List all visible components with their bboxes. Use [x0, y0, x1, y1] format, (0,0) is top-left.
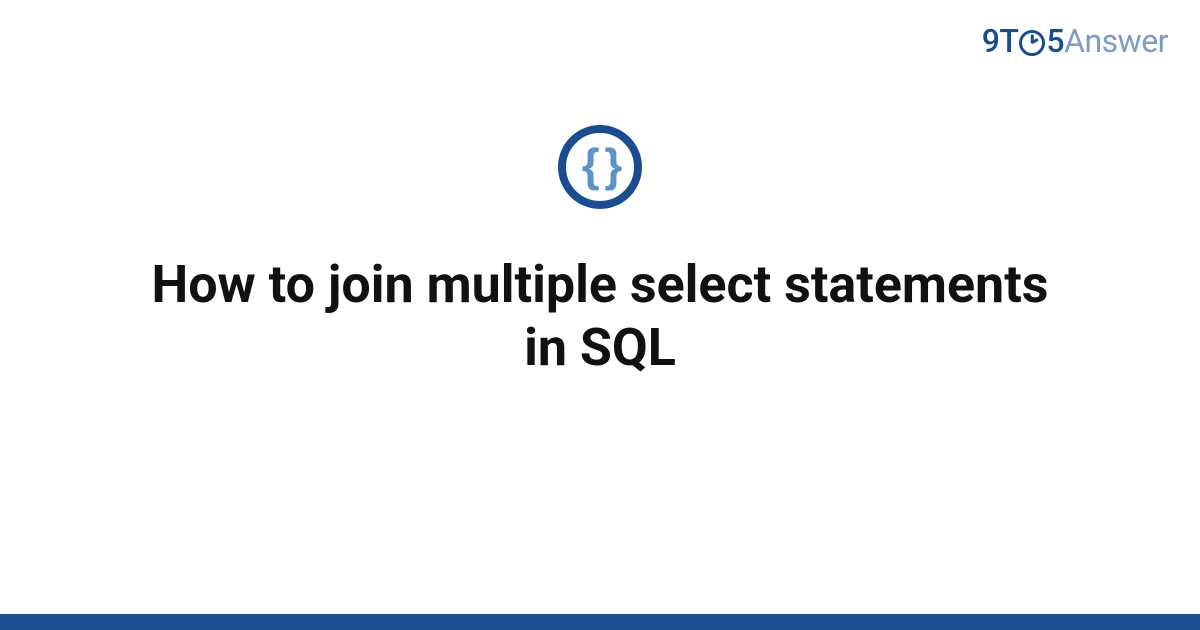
clock-icon — [1019, 30, 1045, 56]
footer-bar — [0, 614, 1200, 630]
brand-suffix: Answer — [1064, 22, 1168, 60]
brand-prefix: 9T — [982, 22, 1019, 60]
code-braces-icon: { } — [558, 125, 642, 209]
main-content: { } How to join multiple select statemen… — [0, 125, 1200, 380]
page-title: How to join multiple select statements i… — [130, 253, 1070, 380]
brand-logo: 9T 5Answer — [982, 22, 1168, 60]
braces-glyph: { } — [582, 142, 619, 188]
brand-middle: 5 — [1046, 22, 1064, 60]
